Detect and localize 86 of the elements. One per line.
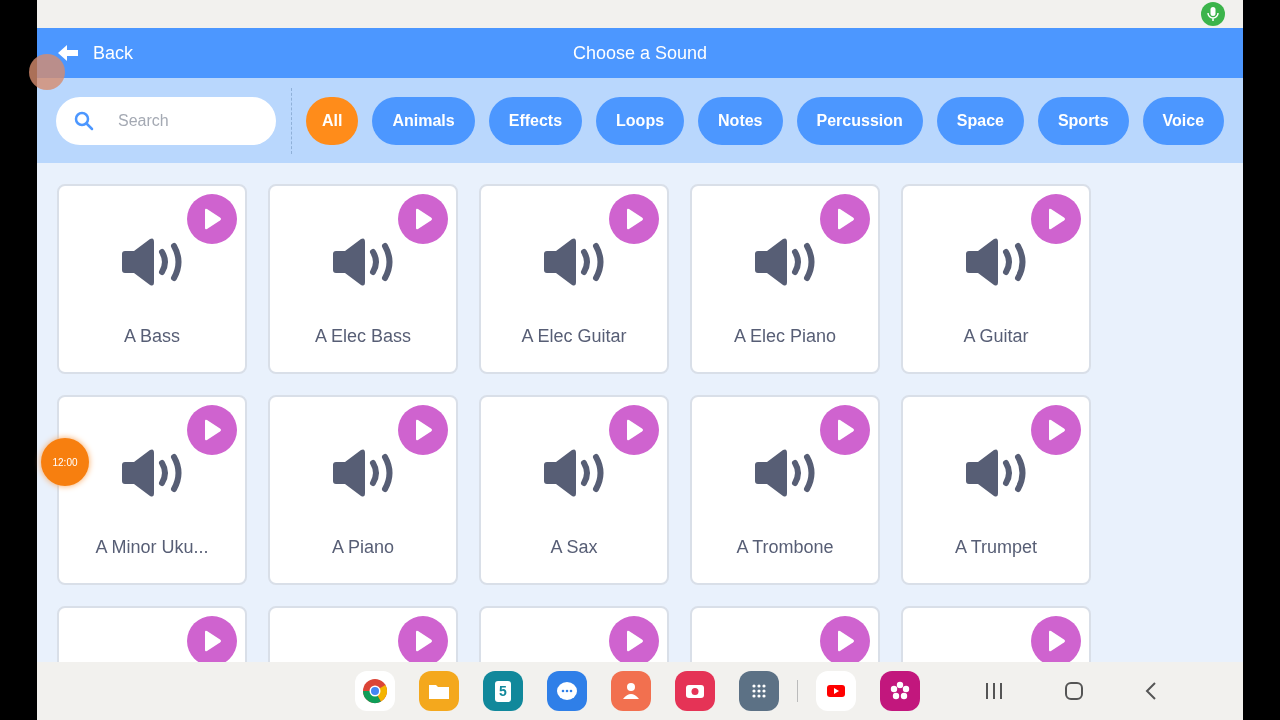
calendar-icon[interactable]: 5 — [483, 671, 523, 711]
play-button[interactable] — [187, 194, 237, 244]
speaker-icon — [542, 238, 606, 286]
play-icon — [413, 630, 433, 652]
play-button[interactable] — [609, 405, 659, 455]
speaker-icon — [964, 238, 1028, 286]
clock-overlay[interactable]: 12:00 — [41, 438, 89, 486]
play-icon — [835, 208, 855, 230]
play-button[interactable] — [398, 616, 448, 662]
chat-bubble-icon[interactable] — [547, 671, 587, 711]
app-grid-icon[interactable] — [739, 671, 779, 711]
sound-card[interactable]: A Guitar — [901, 184, 1091, 374]
search-icon — [74, 110, 94, 131]
category-tab[interactable]: Notes — [698, 96, 783, 145]
play-button[interactable] — [187, 405, 237, 455]
speaker-icon — [753, 238, 817, 286]
recent-apps-icon[interactable] — [984, 682, 1004, 700]
folder-icon[interactable] — [419, 671, 459, 711]
category-tab[interactable]: Animals — [372, 96, 475, 145]
sound-card[interactable]: A Elec Piano — [690, 184, 880, 374]
speaker-icon — [753, 449, 817, 497]
sound-name: A Sax — [550, 536, 598, 559]
arrow-left-icon — [57, 44, 79, 62]
category-tab[interactable]: Voice — [1142, 96, 1225, 145]
camera-icon[interactable] — [675, 671, 715, 711]
sound-name: A Elec Piano — [733, 325, 837, 348]
page-title: Choose a Sound — [572, 42, 708, 63]
play-icon — [624, 419, 644, 441]
sound-name: A Bass — [124, 325, 180, 348]
play-icon — [835, 630, 855, 652]
play-button[interactable] — [609, 616, 659, 662]
speaker-icon — [331, 449, 395, 497]
speaker-icon — [120, 238, 184, 286]
sound-name: A Piano — [331, 536, 395, 559]
category-tab[interactable]: Percussion — [796, 96, 923, 145]
play-icon — [624, 208, 644, 230]
play-icon — [1046, 208, 1066, 230]
speaker-icon — [120, 449, 184, 497]
sound-name: A Minor Uku... — [95, 536, 209, 559]
play-button[interactable] — [820, 194, 870, 244]
play-button[interactable] — [1031, 405, 1081, 455]
play-button[interactable] — [187, 616, 237, 662]
sound-card[interactable]: A Trombone — [690, 395, 880, 585]
speaker-icon — [964, 449, 1028, 497]
sound-card[interactable]: A Bass — [57, 184, 247, 374]
speaker-icon — [542, 449, 606, 497]
sound-card[interactable]: A Elec Guitar — [479, 184, 669, 374]
speaker-icon — [331, 238, 395, 286]
home-icon[interactable] — [1064, 681, 1084, 701]
sound-name: A Guitar — [963, 325, 1029, 348]
category-tab[interactable]: Sports — [1037, 96, 1129, 145]
play-icon — [624, 630, 644, 652]
play-icon — [1046, 419, 1066, 441]
play-button[interactable] — [398, 405, 448, 455]
search-field[interactable]: Search — [56, 96, 276, 145]
play-icon — [202, 630, 222, 652]
sound-card[interactable]: A Elec Bass — [268, 184, 458, 374]
play-icon — [1046, 630, 1066, 652]
video-play-icon[interactable] — [816, 671, 856, 711]
play-button[interactable] — [398, 194, 448, 244]
sound-card[interactable]: A Sax — [479, 395, 669, 585]
sound-name: A Trumpet — [954, 536, 1037, 559]
category-tab[interactable]: Loops — [596, 96, 685, 145]
sound-card[interactable]: A Piano — [268, 395, 458, 585]
sound-name: A Trombone — [736, 536, 834, 559]
play-button[interactable] — [1031, 616, 1081, 662]
microphone-icon — [1201, 2, 1225, 26]
category-tab[interactable]: Effects — [488, 96, 583, 145]
play-button[interactable] — [820, 405, 870, 455]
play-icon — [413, 419, 433, 441]
sound-card[interactable]: A Trumpet — [901, 395, 1091, 585]
category-tab[interactable]: All — [306, 96, 359, 145]
flower-icon[interactable] — [880, 671, 920, 711]
play-icon — [835, 419, 855, 441]
sound-name: A Elec Bass — [314, 325, 411, 348]
play-button[interactable] — [820, 616, 870, 662]
play-icon — [202, 419, 222, 441]
play-icon — [413, 208, 433, 230]
chrome-icon[interactable] — [355, 671, 395, 711]
play-button[interactable] — [609, 194, 659, 244]
person-icon[interactable] — [611, 671, 651, 711]
category-tab[interactable]: Space — [936, 96, 1024, 145]
sound-name: A Elec Guitar — [521, 325, 627, 348]
play-button[interactable] — [1031, 194, 1081, 244]
back-nav-icon[interactable] — [1144, 681, 1158, 701]
play-icon — [202, 208, 222, 230]
